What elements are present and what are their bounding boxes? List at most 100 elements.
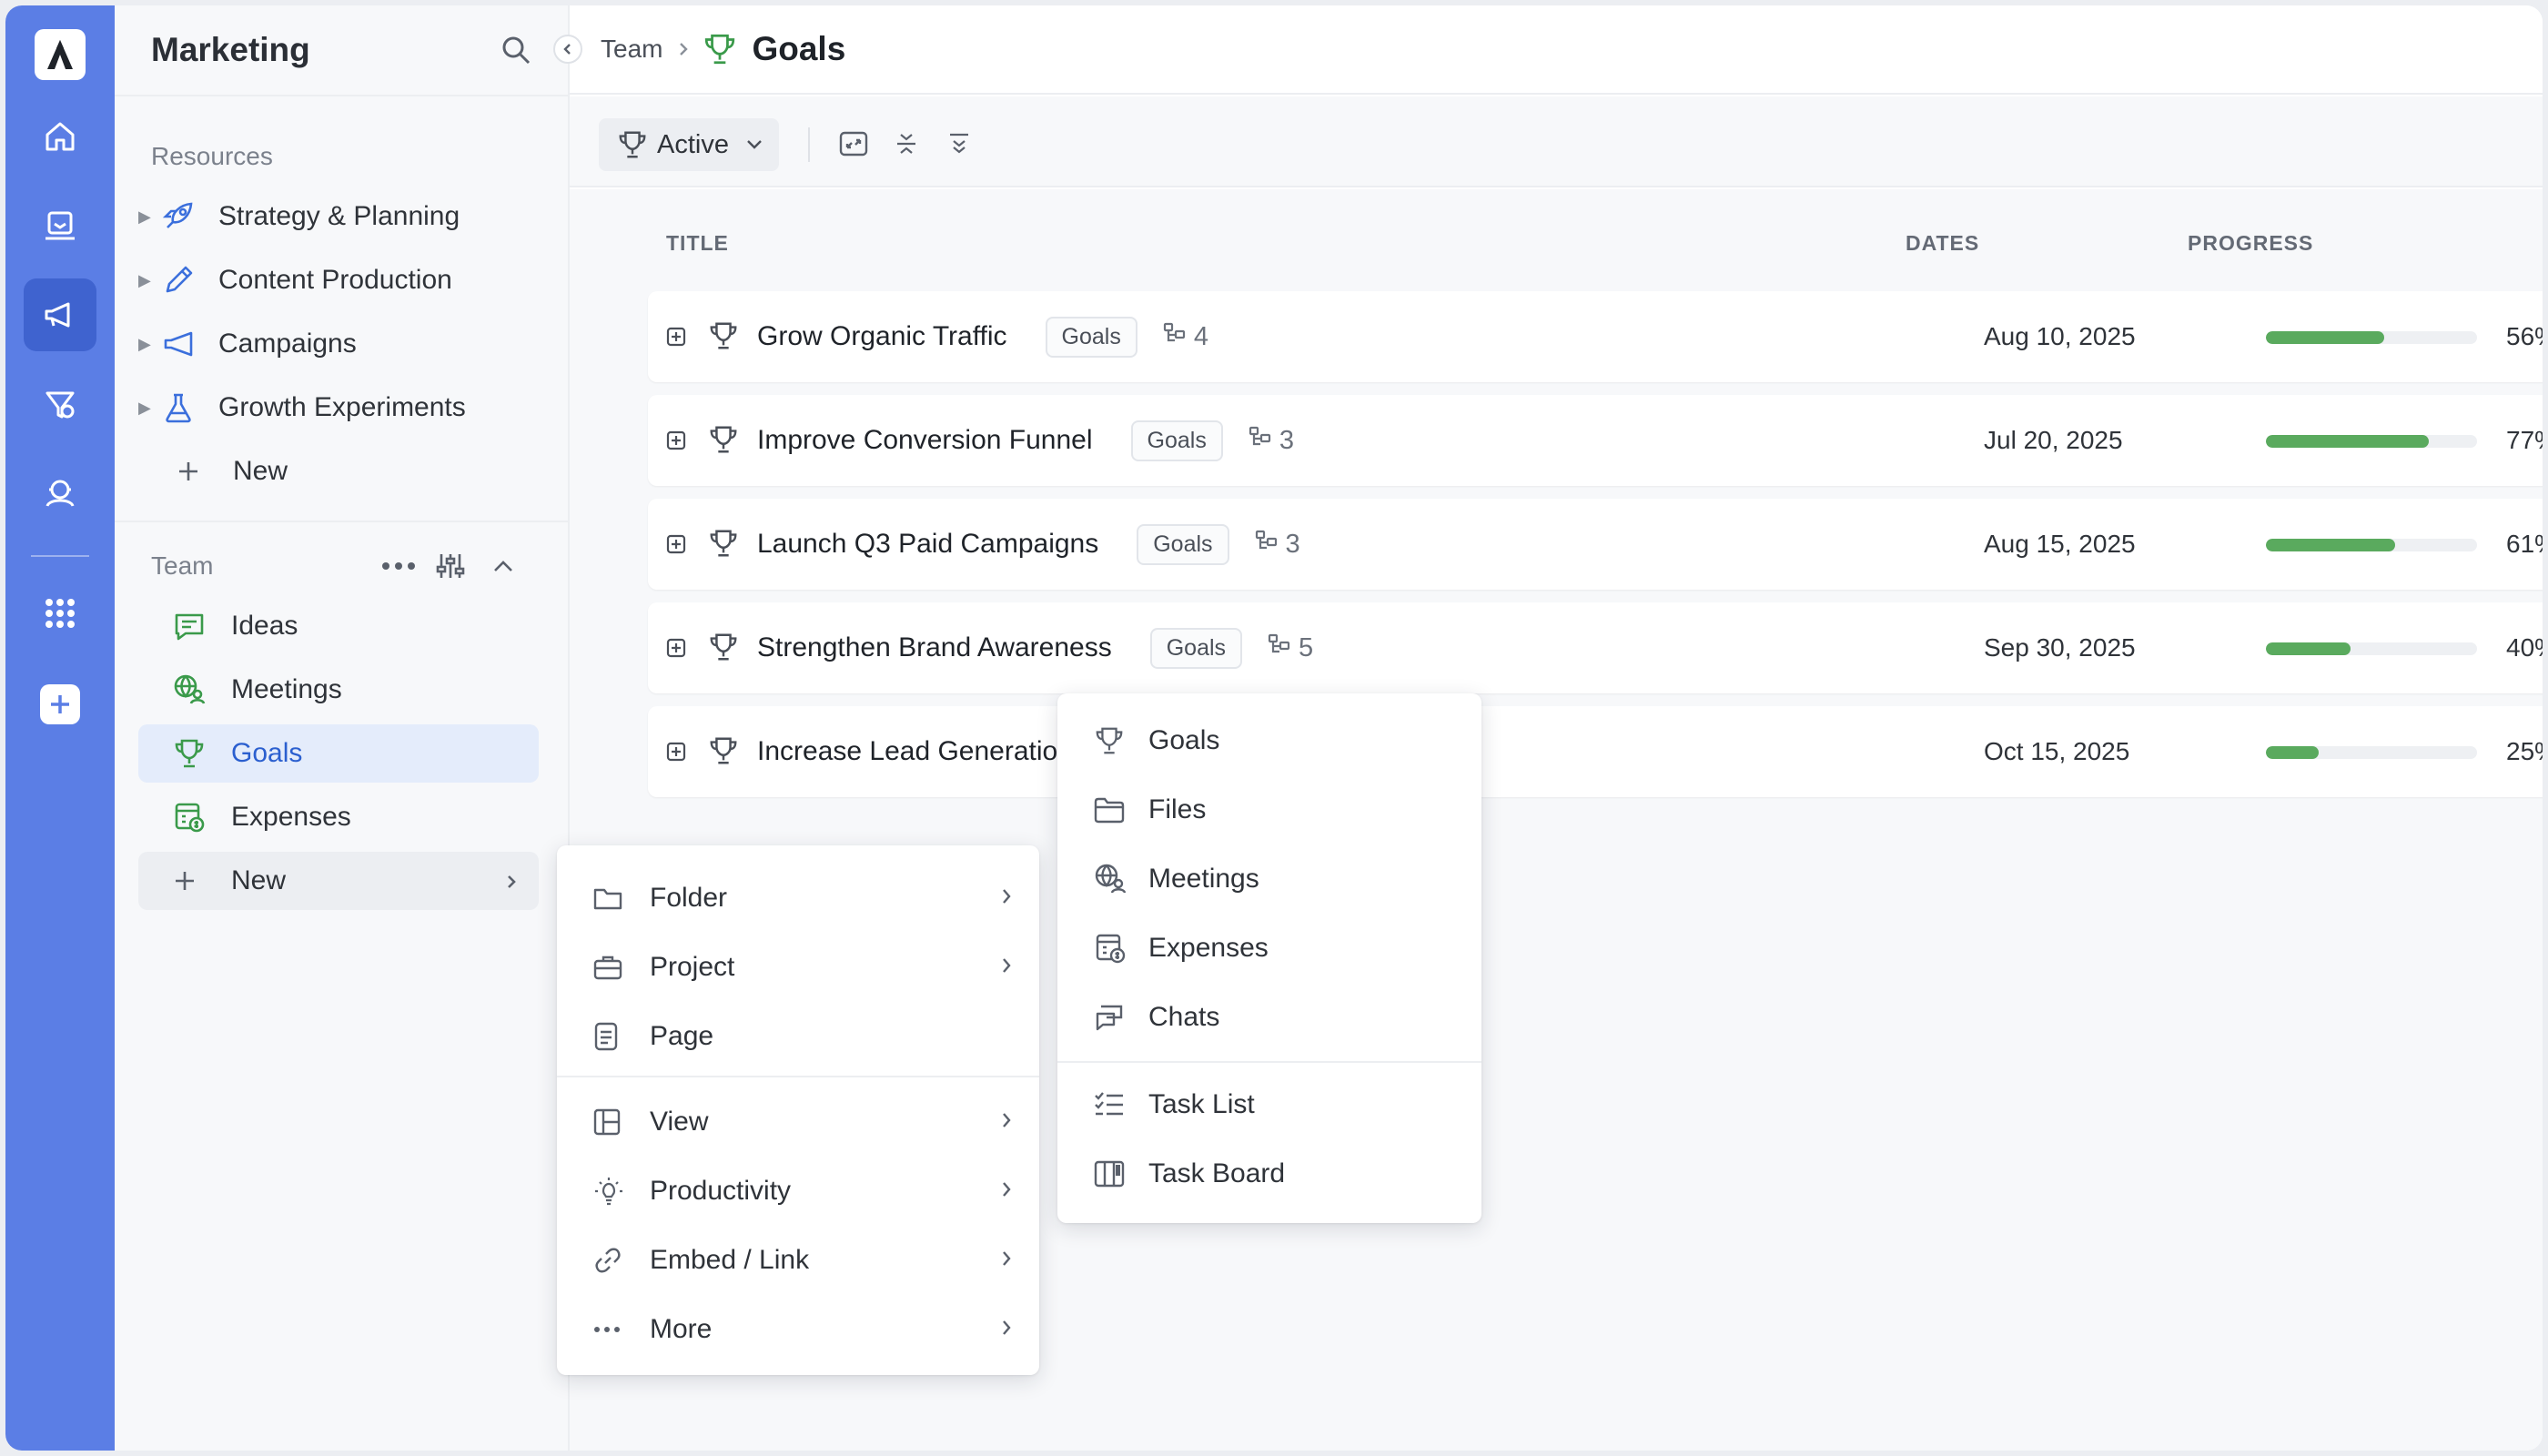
new-item-menu: Folder Project Page View Productivity Em… — [557, 845, 1039, 1375]
column-header-dates[interactable]: DATES — [1906, 231, 1979, 256]
inbox-icon[interactable] — [24, 189, 96, 262]
table-row[interactable]: Increase Lead Generatio Oct 15, 2025 25% — [648, 706, 2543, 797]
menu-item-page[interactable]: Page — [557, 1002, 1039, 1071]
menu-item-project[interactable]: Project — [557, 933, 1039, 1002]
submenu-item-task-board[interactable]: Task Board — [1057, 1139, 1481, 1208]
progress-bar — [2266, 435, 2477, 448]
team-section-label: Team — [151, 551, 214, 580]
goal-title[interactable]: Launch Q3 Paid Campaigns — [757, 529, 1098, 560]
progress-percent: 40% — [2506, 633, 2543, 662]
chevron-right-icon — [1003, 1182, 1011, 1197]
caret-right-icon[interactable]: ▶ — [138, 271, 162, 290]
more-dots-icon[interactable] — [380, 561, 417, 571]
submenu-item-expenses[interactable]: Expenses — [1057, 914, 1481, 983]
goal-title[interactable]: Improve Conversion Funnel — [757, 425, 1093, 456]
expand-row-icon[interactable] — [666, 638, 686, 662]
column-header-progress[interactable]: PROGRESS — [2188, 231, 2313, 256]
lightbulb-icon — [593, 1176, 630, 1207]
sidebar-item-content-production[interactable]: ▶ Content Production — [138, 251, 452, 309]
goal-type-badge[interactable]: Goals — [1137, 523, 1229, 565]
expand-view-icon[interactable] — [839, 131, 868, 157]
progress-bar-fill — [2266, 746, 2319, 759]
column-header-title[interactable]: TITLE — [666, 231, 729, 256]
row-title-cell: Strengthen Brand Awareness Goals 5 — [757, 602, 1313, 693]
menu-item-more[interactable]: More — [557, 1295, 1039, 1364]
chevron-right-icon — [1003, 1113, 1011, 1127]
table-row[interactable]: Improve Conversion Funnel Goals 3 Jul 20, 2… — [648, 395, 2543, 486]
submenu-item-label: Meetings — [1148, 864, 1259, 894]
sidebar-item-label: Expenses — [231, 802, 351, 832]
submenu-item-label: Files — [1148, 794, 1207, 824]
subgoal-count[interactable]: 3 — [1255, 529, 1300, 560]
submenu-item-chats[interactable]: Chats — [1057, 983, 1481, 1052]
subgoal-count[interactable]: 3 — [1249, 425, 1294, 456]
menu-item-embed-link[interactable]: Embed / Link — [557, 1226, 1039, 1295]
table-row[interactable]: Strengthen Brand Awareness Goals 5 Sep 30, … — [648, 602, 2543, 693]
expand-rows-icon[interactable] — [946, 131, 972, 157]
menu-item-view[interactable]: View — [557, 1087, 1039, 1157]
subgoal-count[interactable]: 4 — [1163, 321, 1208, 352]
caret-right-icon[interactable]: ▶ — [138, 335, 162, 354]
progress-bar — [2266, 642, 2477, 655]
row-title-cell: Launch Q3 Paid Campaigns Goals 3 — [757, 499, 1300, 590]
goals-rail-icon[interactable] — [24, 368, 96, 440]
sidebar-new-resource-button[interactable]: New — [177, 442, 288, 500]
menu-item-productivity[interactable]: Productivity — [557, 1157, 1039, 1226]
table-row[interactable]: Grow Organic Traffic Goals 4 Aug 10, 2025 56… — [648, 291, 2543, 382]
sidebar-item-meetings[interactable]: Meetings — [138, 661, 539, 719]
goal-type-badge[interactable]: Goals — [1149, 627, 1243, 669]
search-icon[interactable] — [500, 35, 531, 66]
chat-bubble-icon — [173, 610, 209, 642]
folder-icon — [593, 885, 630, 911]
goal-type-badge[interactable]: Goals — [1045, 316, 1138, 358]
submenu-item-goals[interactable]: Goals — [1057, 706, 1481, 775]
caret-right-icon[interactable]: ▶ — [138, 207, 162, 227]
menu-item-folder[interactable]: Folder — [557, 864, 1039, 933]
sidebar-item-ideas[interactable]: Ideas — [138, 597, 539, 655]
collapse-sidebar-button[interactable] — [553, 35, 582, 64]
sidebar: Marketing Resources ▶ Strategy & Plannin… — [115, 5, 570, 1451]
breadcrumb-parent-link[interactable]: Team — [601, 35, 662, 64]
subgoal-count[interactable]: 5 — [1268, 632, 1313, 663]
sidebar-item-strategy[interactable]: ▶ Strategy & Planning — [138, 187, 460, 246]
expenses-icon — [173, 801, 209, 834]
expand-row-icon[interactable] — [666, 327, 686, 351]
trophy-icon — [708, 424, 739, 460]
trophy-icon — [708, 632, 739, 667]
chevron-right-icon — [508, 875, 516, 888]
create-plus-icon[interactable] — [40, 684, 80, 724]
sidebar-item-campaigns[interactable]: ▶ Campaigns — [138, 315, 357, 373]
submenu-item-task-list[interactable]: Task List — [1057, 1070, 1481, 1139]
goal-title[interactable]: Increase Lead Generatio — [757, 736, 1057, 767]
expand-row-icon[interactable] — [666, 534, 686, 559]
table-row[interactable]: Launch Q3 Paid Campaigns Goals 3 Aug 15, 20… — [648, 499, 2543, 590]
collapse-rows-icon[interactable] — [894, 131, 919, 157]
home-icon[interactable] — [24, 100, 96, 173]
support-icon[interactable] — [24, 457, 96, 530]
settings-sliders-icon[interactable] — [435, 551, 466, 581]
chevron-up-icon[interactable] — [491, 558, 515, 574]
app-logo[interactable] — [35, 29, 86, 80]
sidebar-item-expenses[interactable]: Expenses — [138, 788, 539, 846]
progress-percent: 77% — [2506, 426, 2543, 454]
flask-icon — [162, 389, 202, 426]
goal-title[interactable]: Grow Organic Traffic — [757, 321, 1007, 352]
marketing-space-icon[interactable] — [24, 278, 96, 351]
sidebar-item-growth-experiments[interactable]: ▶ Growth Experiments — [138, 379, 466, 437]
status-filter-label: Active — [657, 129, 729, 159]
row-title-cell: Improve Conversion Funnel Goals 3 — [757, 395, 1294, 486]
goal-title[interactable]: Strengthen Brand Awareness — [757, 632, 1112, 663]
apps-grid-icon[interactable] — [24, 577, 96, 650]
caret-right-icon[interactable]: ▶ — [138, 399, 162, 418]
resources-section-label: Resources — [151, 142, 273, 170]
row-date: Sep 30, 2025 — [1984, 633, 2136, 662]
sidebar-item-goals[interactable]: Goals — [138, 724, 539, 783]
submenu-item-files[interactable]: Files — [1057, 775, 1481, 844]
trophy-icon — [173, 737, 209, 770]
status-filter-dropdown[interactable]: Active — [599, 118, 779, 171]
sidebar-new-item-button[interactable]: New — [138, 852, 539, 910]
expand-row-icon[interactable] — [666, 430, 686, 455]
goal-type-badge[interactable]: Goals — [1130, 420, 1223, 461]
submenu-item-meetings[interactable]: Meetings — [1057, 844, 1481, 914]
expand-row-icon[interactable] — [666, 742, 686, 766]
